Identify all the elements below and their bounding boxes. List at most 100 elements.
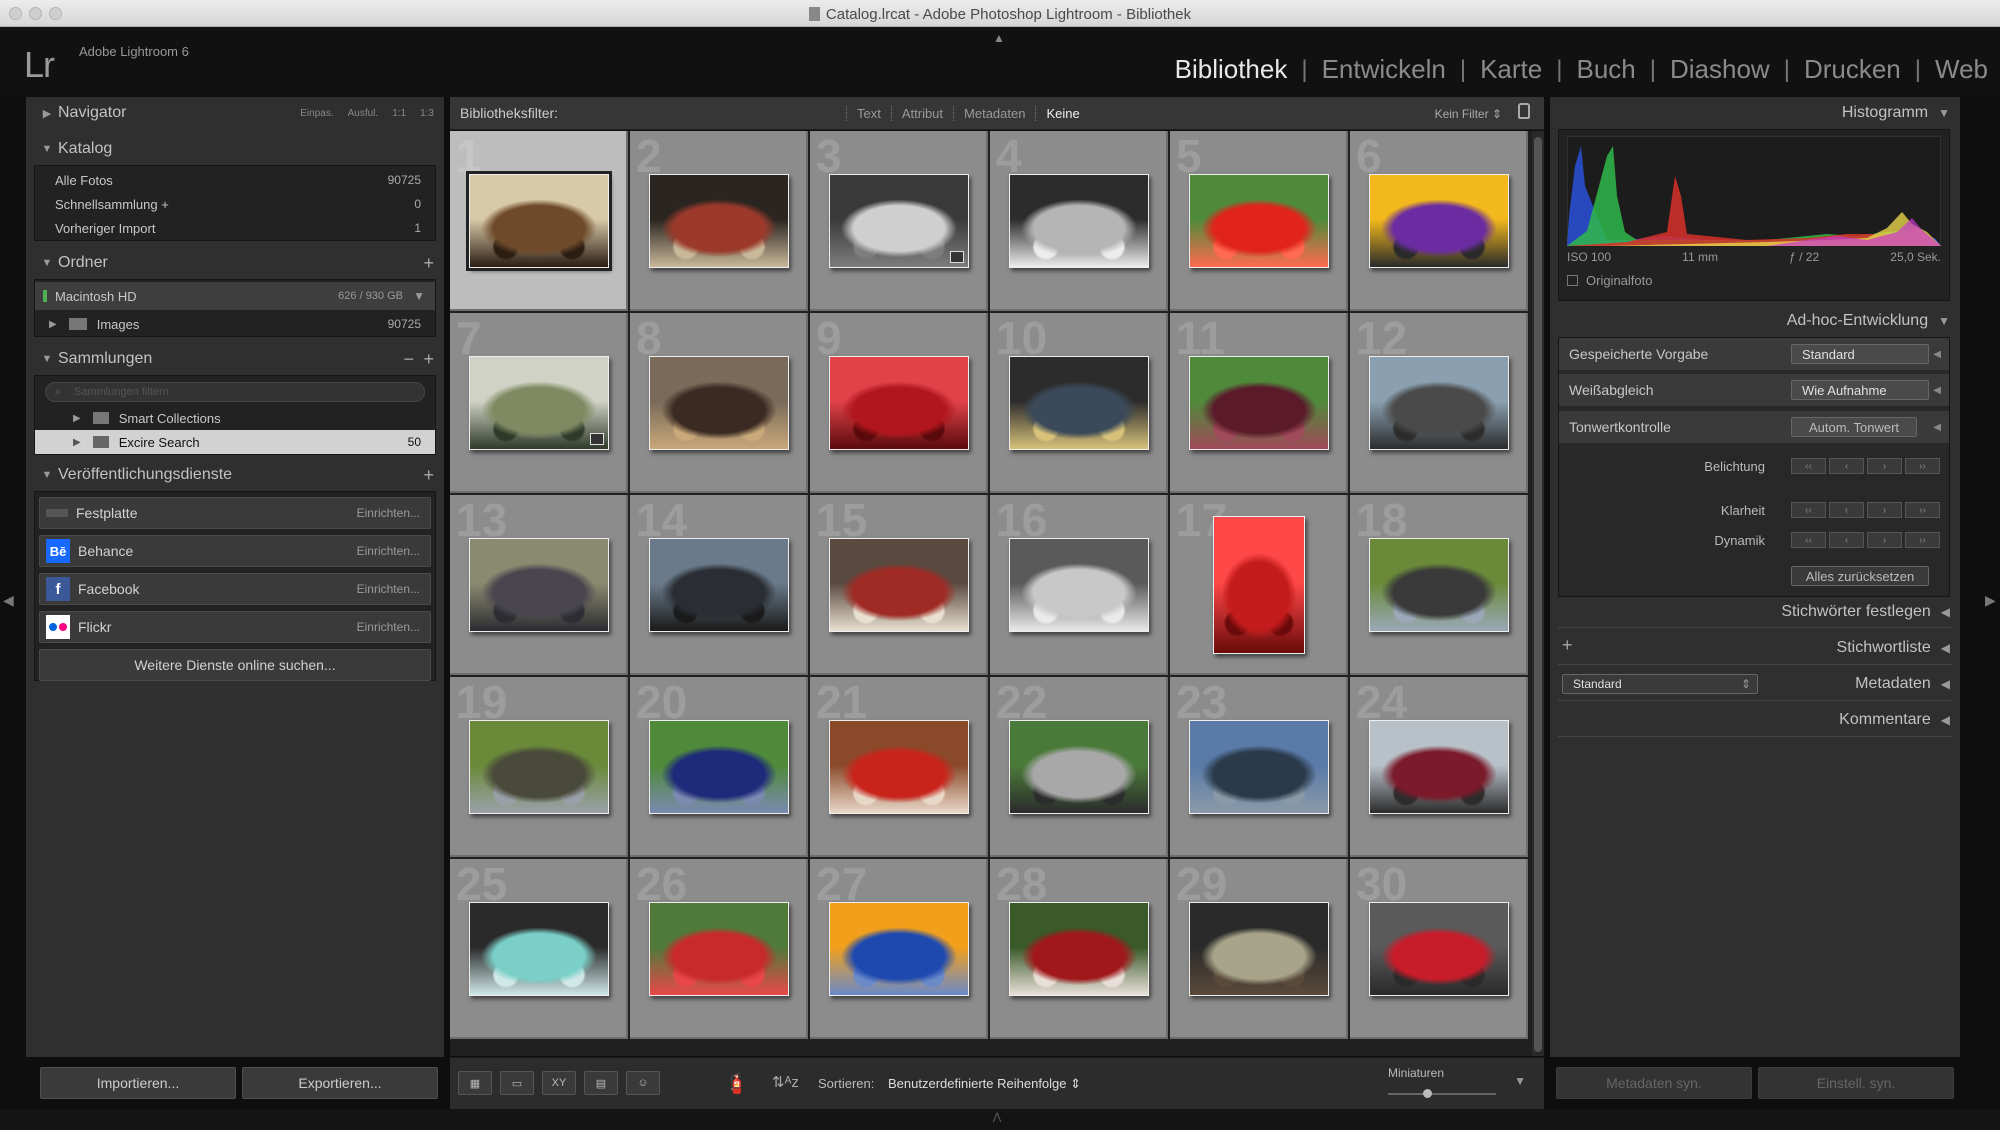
collection-search-input[interactable]: ⌕ Sammlungen filtern: [45, 382, 425, 402]
loupe-view-icon[interactable]: ▭: [500, 1071, 534, 1095]
toolbar-options-icon[interactable]: ▼: [1514, 1074, 1526, 1088]
photo-thumbnail[interactable]: [649, 356, 789, 450]
histogram-header[interactable]: Histogramm ▼: [1842, 97, 1950, 129]
katalog-header[interactable]: ▼ Katalog: [26, 133, 444, 165]
photo-thumbnail[interactable]: [649, 902, 789, 996]
module-web[interactable]: Web: [1935, 54, 1988, 85]
module-drucken[interactable]: Drucken: [1804, 54, 1901, 85]
collection-excire-search[interactable]: ▶ Excire Search 50: [35, 430, 435, 454]
row-collapse-icon[interactable]: ◀: [1933, 349, 1941, 360]
publish-facebook[interactable]: f Facebook Einrichten...: [39, 573, 431, 605]
photo-thumbnail[interactable]: [1369, 902, 1509, 996]
comment-badge-icon[interactable]: [950, 251, 964, 263]
keywording-header[interactable]: Stichwörter festlegen ◀: [1781, 596, 1950, 628]
photo-thumbnail[interactable]: [469, 902, 609, 996]
volume-row[interactable]: Macintosh HD 626 / 930 GB ▼: [35, 282, 435, 310]
grid-cell[interactable]: 16: [990, 495, 1168, 675]
module-buch[interactable]: Buch: [1576, 54, 1635, 85]
photo-thumbnail[interactable]: [1369, 538, 1509, 632]
grid-cell[interactable]: 8: [630, 313, 808, 493]
photo-thumbnail[interactable]: [469, 720, 609, 814]
photo-thumbnail[interactable]: [1189, 720, 1329, 814]
add-collection-icon[interactable]: +: [423, 349, 434, 370]
grid-cell[interactable]: 20: [630, 677, 808, 857]
navigator-header[interactable]: ▶ Navigator Einpas. Ausful. 1:1 1:3: [26, 97, 444, 129]
row-collapse-icon[interactable]: ◀: [1933, 422, 1941, 433]
sort-direction-icon[interactable]: ⇅ᴬᴢ: [772, 1073, 799, 1091]
grid-cell[interactable]: 30: [1350, 859, 1528, 1039]
sammlungen-header[interactable]: ▼ Sammlungen − +: [26, 343, 444, 375]
photo-thumbnail[interactable]: [1369, 720, 1509, 814]
photo-thumbnail[interactable]: [1189, 902, 1329, 996]
publish-setup-link[interactable]: Einrichten...: [357, 620, 420, 634]
photo-thumbnail[interactable]: [1213, 516, 1305, 654]
module-entwickeln[interactable]: Entwickeln: [1322, 54, 1446, 85]
grid-scrollbar-thumb[interactable]: [1534, 137, 1542, 1052]
add-keyword-icon[interactable]: +: [1562, 635, 1573, 656]
grid-cell[interactable]: 9: [810, 313, 988, 493]
histogram-chart[interactable]: [1567, 136, 1941, 246]
metadata-preset-dropdown[interactable]: Standard ⇕: [1562, 674, 1758, 694]
people-view-icon[interactable]: ☺: [626, 1071, 660, 1095]
grid-cell[interactable]: 6: [1350, 131, 1528, 311]
filter-tab-metadaten[interactable]: Metadaten: [953, 106, 1035, 121]
export-button[interactable]: Exportieren...: [242, 1067, 438, 1099]
photo-thumbnail[interactable]: [1009, 538, 1149, 632]
zoom-option[interactable]: 1:3: [420, 108, 434, 119]
sort-order-dropdown[interactable]: Benutzerdefinierte Reihenfolge ⇕: [888, 1076, 1081, 1092]
photo-thumbnail[interactable]: [1009, 174, 1149, 268]
spray-can-icon[interactable]: 🧯: [724, 1071, 749, 1096]
photo-thumbnail[interactable]: [1009, 902, 1149, 996]
survey-view-icon[interactable]: ▤: [584, 1071, 618, 1095]
comment-badge-icon[interactable]: [590, 433, 604, 445]
white-balance-dropdown[interactable]: Wie Aufnahme: [1791, 380, 1929, 400]
photo-thumbnail[interactable]: [649, 720, 789, 814]
import-button[interactable]: Importieren...: [40, 1067, 236, 1099]
original-photo-checkbox[interactable]: Originalfoto: [1567, 273, 1652, 288]
photo-thumbnail[interactable]: [1189, 174, 1329, 268]
katalog-item-alle-fotos[interactable]: Alle Fotos 90725: [35, 168, 435, 192]
grid-cell[interactable]: 26: [630, 859, 808, 1039]
grid-cell[interactable]: 29: [1170, 859, 1348, 1039]
photo-thumbnail[interactable]: [649, 538, 789, 632]
remove-collection-icon[interactable]: −: [403, 349, 414, 370]
filter-tab-text[interactable]: Text: [846, 106, 891, 121]
collection-expand-icon[interactable]: ▶: [73, 413, 81, 424]
reset-all-button[interactable]: Alles zurücksetzen: [1791, 566, 1929, 586]
folder-expand-icon[interactable]: ▶: [49, 319, 57, 330]
quick-develop-header[interactable]: Ad-hoc-Entwicklung ▼: [1787, 305, 1950, 337]
grid-cell[interactable]: 25: [450, 859, 628, 1039]
zoom-option[interactable]: Einpas.: [300, 108, 333, 119]
photo-thumbnail[interactable]: [829, 720, 969, 814]
photo-thumbnail[interactable]: [469, 538, 609, 632]
photo-thumbnail[interactable]: [1369, 174, 1509, 268]
photo-thumbnail[interactable]: [829, 538, 969, 632]
grid-cell[interactable]: 17: [1170, 495, 1348, 675]
grid-cell[interactable]: 28: [990, 859, 1168, 1039]
photo-thumbnail[interactable]: [829, 174, 969, 268]
clarity-steppers[interactable]: ‹‹ ‹ › ››: [1791, 502, 1940, 518]
zoom-option[interactable]: Ausful.: [348, 108, 379, 119]
grid-cell[interactable]: 7: [450, 313, 628, 493]
grid-view-icon[interactable]: ▦: [458, 1071, 492, 1095]
filter-preset-dropdown[interactable]: Kein Filter ⇕: [1435, 107, 1502, 121]
saved-preset-dropdown[interactable]: Standard: [1791, 344, 1929, 364]
module-diashow[interactable]: Diashow: [1670, 54, 1770, 85]
collection-expand-icon[interactable]: ▶: [73, 437, 81, 448]
photo-thumbnail[interactable]: [1369, 356, 1509, 450]
lock-icon[interactable]: [1518, 103, 1530, 119]
sync-metadata-button[interactable]: Metadaten syn.: [1556, 1067, 1752, 1099]
folder-row-images[interactable]: ▶ Images 90725: [35, 312, 435, 336]
photo-thumbnail[interactable]: [829, 902, 969, 996]
filter-tab-keine[interactable]: Keine: [1035, 106, 1089, 121]
photo-thumbnail[interactable]: [1189, 356, 1329, 450]
grid-cell[interactable]: 5: [1170, 131, 1348, 311]
grid-cell[interactable]: 12: [1350, 313, 1528, 493]
publish-setup-link[interactable]: Einrichten...: [357, 506, 420, 520]
ordner-header[interactable]: ▼ Ordner +: [26, 247, 444, 279]
comments-header[interactable]: Kommentare ◀: [1839, 704, 1950, 736]
photo-thumbnail[interactable]: [1009, 720, 1149, 814]
filmstrip-toggle-icon[interactable]: ⋀: [993, 1112, 1001, 1123]
filter-tab-attribut[interactable]: Attribut: [890, 106, 953, 121]
publish-flickr[interactable]: Flickr Einrichten...: [39, 611, 431, 643]
